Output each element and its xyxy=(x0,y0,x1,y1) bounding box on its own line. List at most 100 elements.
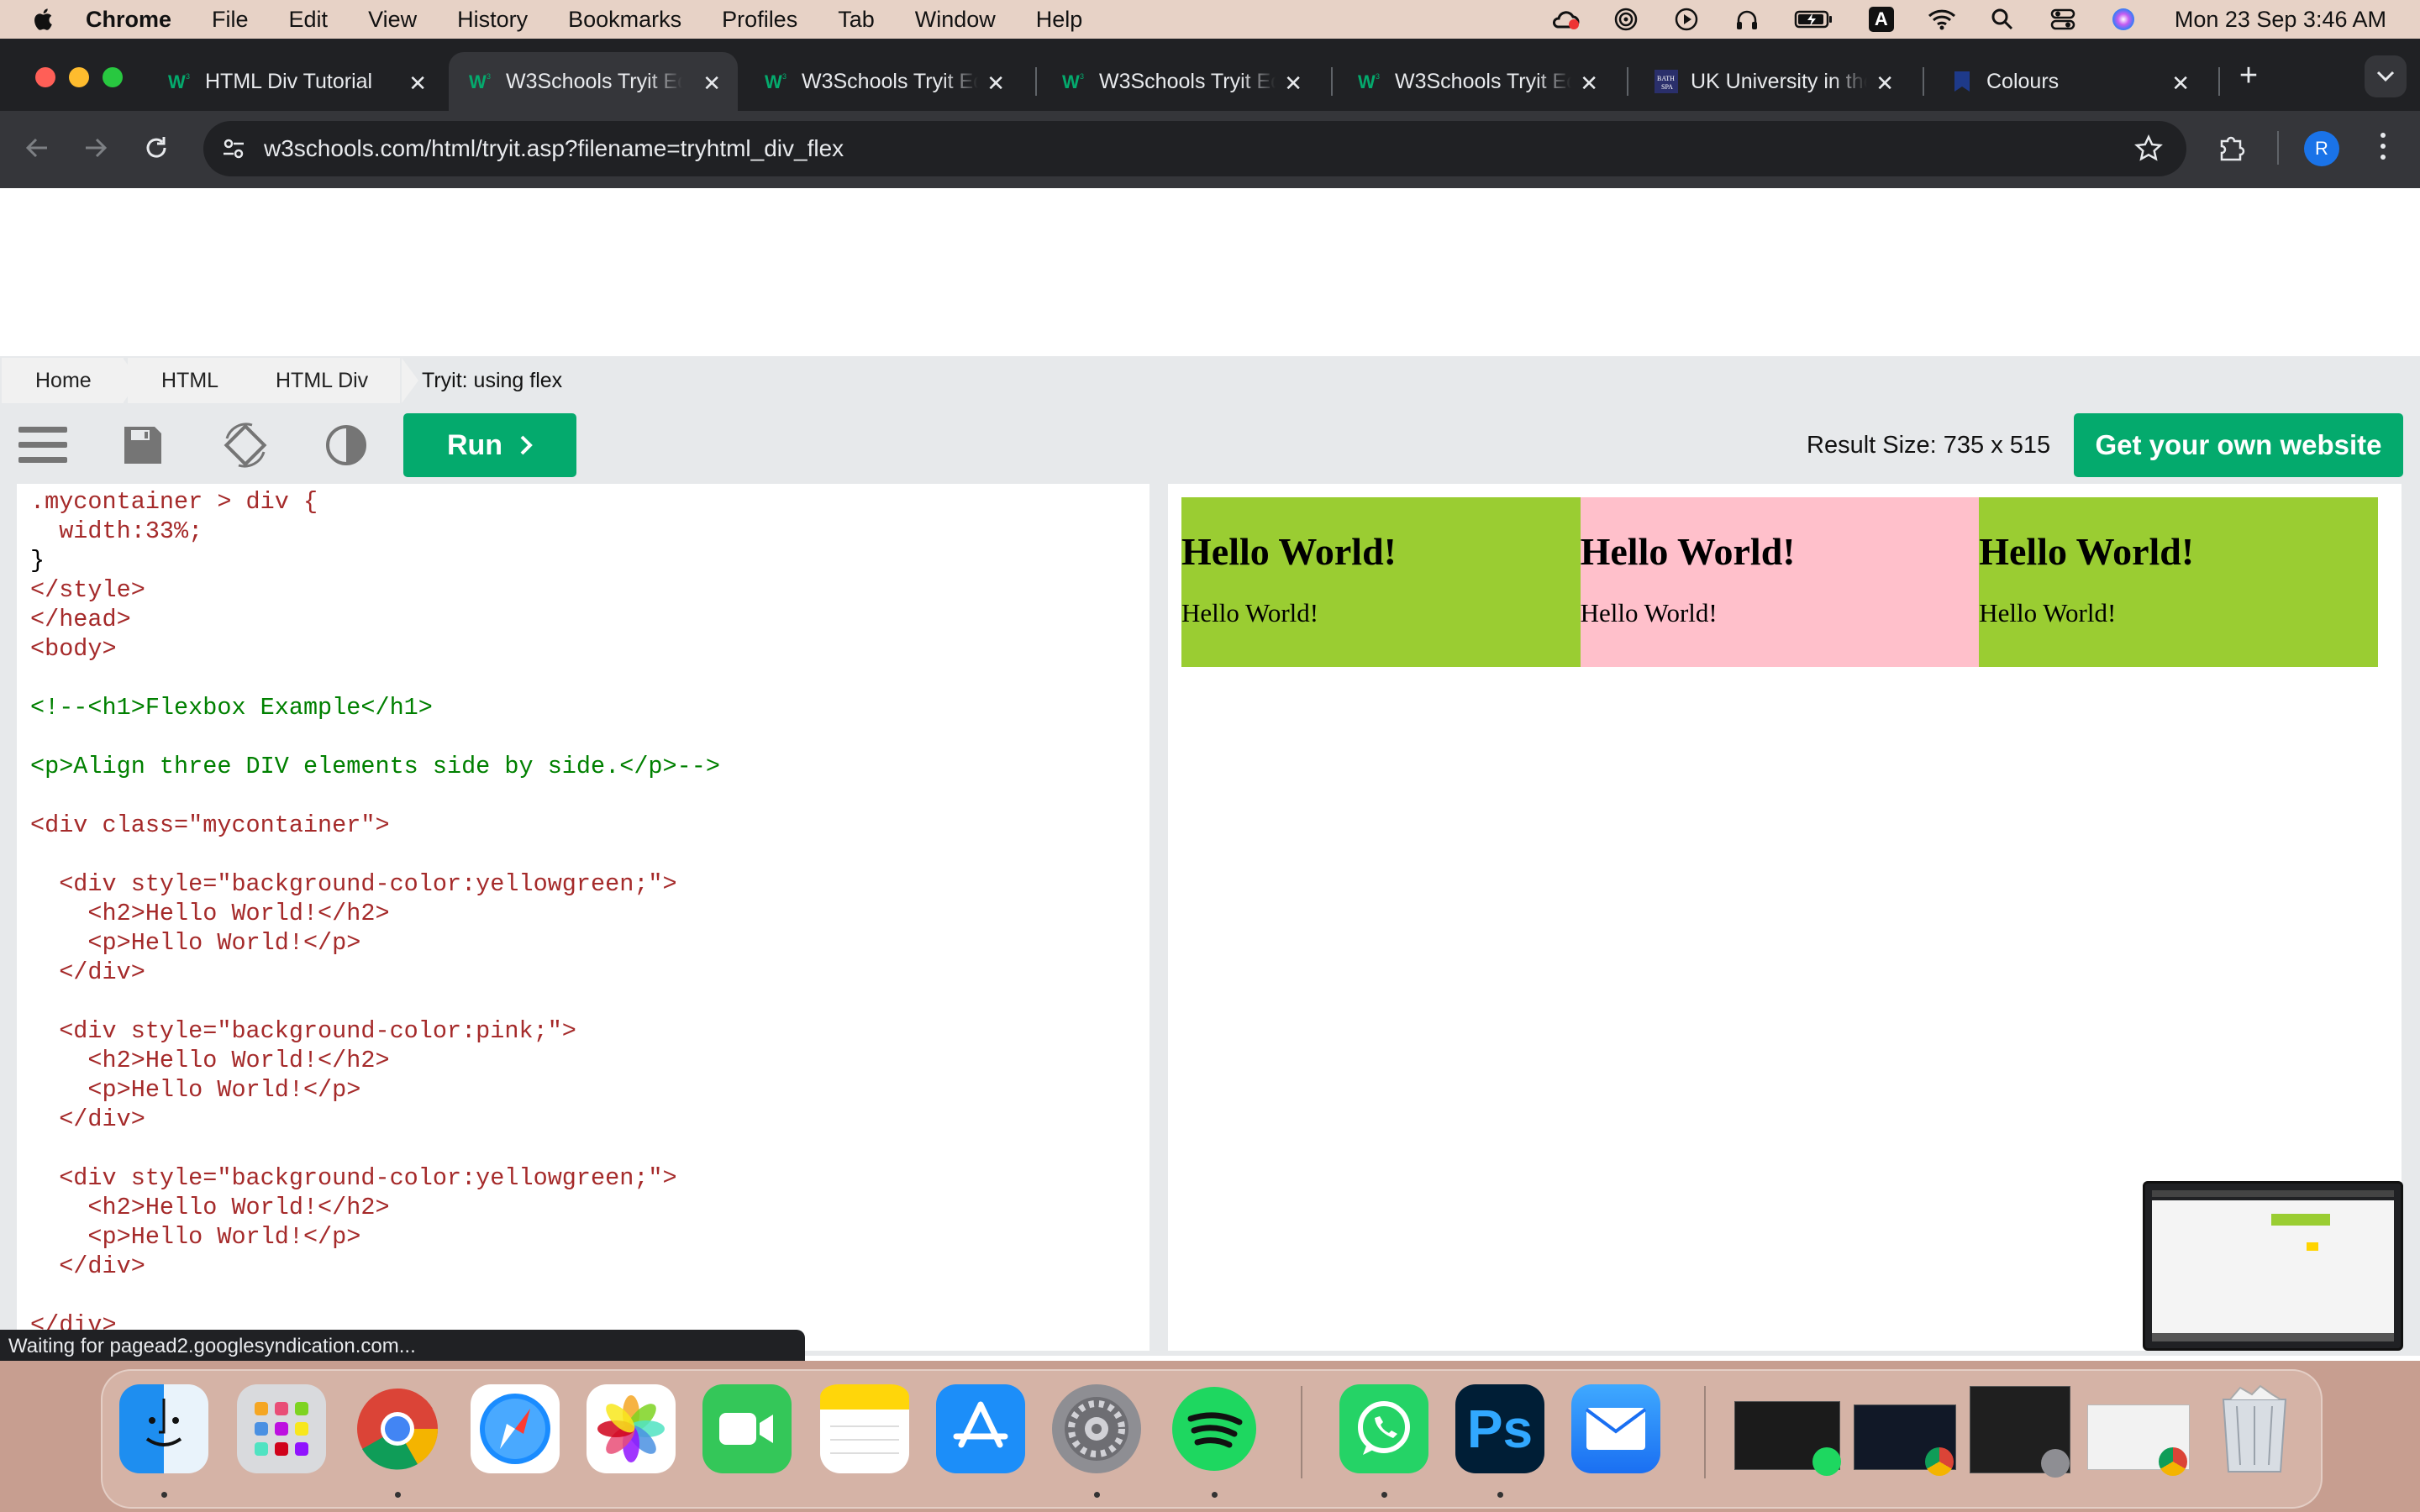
minimized-window-settings[interactable] xyxy=(1970,1386,2070,1478)
creative-cloud-icon[interactable] xyxy=(1551,5,1580,34)
more-vertical-icon xyxy=(2381,133,2386,160)
photoshop-icon[interactable]: Ps xyxy=(1455,1384,1544,1473)
notes-icon[interactable] xyxy=(820,1384,909,1473)
run-button[interactable]: Run xyxy=(403,413,576,477)
siri-icon[interactable] xyxy=(2109,5,2138,34)
extensions-button[interactable] xyxy=(2217,133,2247,167)
screenshot-thumbnail[interactable] xyxy=(2143,1181,2403,1351)
battery-icon[interactable] xyxy=(1793,5,1835,34)
code-line: <p>Align three DIV elements side by side… xyxy=(30,753,720,780)
result-size: Result Size: 735 x 515 xyxy=(1807,432,2051,459)
flex-container: Hello World! Hello World! Hello World! H… xyxy=(1181,497,2378,667)
tab-tryit-active[interactable]: W3 W3Schools Tryit Editor ✕ xyxy=(449,52,738,111)
reload-button[interactable] xyxy=(141,133,171,167)
code-line: <h2>Hello World!</h2> xyxy=(30,1194,390,1221)
spotlight-search-icon[interactable] xyxy=(1988,5,2017,34)
system-settings-icon[interactable] xyxy=(1052,1384,1141,1473)
theme-toggle-button[interactable] xyxy=(324,423,368,471)
input-source-icon[interactable]: A xyxy=(1867,5,1896,34)
launchpad-icon[interactable] xyxy=(237,1384,326,1473)
close-tab-icon[interactable]: ✕ xyxy=(2171,71,2190,97)
svg-text:W: W xyxy=(765,71,782,92)
tab-colours[interactable]: Colours ✕ xyxy=(1929,52,2207,111)
site-info-icon[interactable] xyxy=(220,135,247,162)
menu-history[interactable]: History xyxy=(457,7,528,33)
code-line: <h2>Hello World!</h2> xyxy=(30,900,390,927)
zoom-window-button[interactable] xyxy=(103,67,123,87)
breadcrumb-home[interactable]: Home xyxy=(2,358,124,403)
whatsapp-icon[interactable] xyxy=(1339,1384,1428,1473)
flex-item-text: Hello World! xyxy=(1181,598,1319,627)
spotify-icon[interactable] xyxy=(1170,1384,1259,1473)
menubar-clock[interactable]: Mon 23 Sep 3:46 AM xyxy=(2175,7,2386,33)
back-button[interactable] xyxy=(22,133,52,167)
app-store-icon[interactable] xyxy=(936,1384,1025,1473)
tab-separator xyxy=(1923,67,1924,96)
close-tab-icon[interactable]: ✕ xyxy=(702,71,721,97)
menu-profiles[interactable]: Profiles xyxy=(722,7,797,33)
photos-icon[interactable] xyxy=(587,1384,676,1473)
control-center-icon[interactable] xyxy=(2049,5,2077,34)
menu-app-name[interactable]: Chrome xyxy=(86,7,171,33)
bookmark-star-icon[interactable] xyxy=(2134,134,2163,169)
facetime-icon[interactable] xyxy=(702,1384,792,1473)
tab-search-button[interactable] xyxy=(2365,55,2407,97)
tab-uk-university[interactable]: BATH SPA UK University in the ✕ xyxy=(1634,52,1911,111)
chrome-icon[interactable] xyxy=(353,1384,442,1473)
close-tab-icon[interactable]: ✕ xyxy=(408,71,427,97)
breadcrumb-arrow xyxy=(402,358,418,403)
minimize-window-button[interactable] xyxy=(69,67,89,87)
apple-icon[interactable] xyxy=(32,7,57,32)
minimized-window-spotify[interactable] xyxy=(1734,1401,1841,1476)
tab-tryit-3[interactable]: W3 W3Schools Tryit Editor ✕ xyxy=(1042,52,1319,111)
menu-bookmarks[interactable]: Bookmarks xyxy=(568,7,681,33)
mail-icon[interactable] xyxy=(1571,1384,1660,1473)
chrome-menu-button[interactable] xyxy=(2375,133,2391,163)
arrow-right-icon xyxy=(86,138,108,158)
running-indicator xyxy=(1212,1492,1218,1498)
menu-help[interactable]: Help xyxy=(1036,7,1083,33)
minimized-window-chrome-1[interactable] xyxy=(1854,1404,1956,1476)
forward-button[interactable] xyxy=(81,133,111,167)
menu-button[interactable] xyxy=(18,425,67,470)
tab-html-div-tutorial[interactable]: W3 HTML Div Tutorial ✕ xyxy=(148,52,444,111)
code-editor[interactable]: .mycontainer > div { width:33%; } </styl… xyxy=(17,484,1150,1351)
finder-icon[interactable] xyxy=(119,1384,208,1473)
get-website-button[interactable]: Get your own website xyxy=(2074,413,2403,477)
menu-edit[interactable]: Edit xyxy=(289,7,329,33)
address-bar[interactable]: w3schools.com/html/tryit.asp?filename=tr… xyxy=(203,121,2186,176)
close-tab-icon[interactable]: ✕ xyxy=(986,71,1005,97)
close-tab-icon[interactable]: ✕ xyxy=(1580,71,1598,97)
menu-window[interactable]: Window xyxy=(915,7,996,33)
flex-item-text: Hello World! xyxy=(1979,598,2117,627)
wifi-icon[interactable] xyxy=(1928,5,1956,34)
tab-tryit-4[interactable]: W3 W3Schools Tryit Editor ✕ xyxy=(1338,52,1615,111)
airdrop-icon[interactable] xyxy=(1612,5,1640,34)
headphones-icon[interactable] xyxy=(1733,5,1761,34)
save-button[interactable] xyxy=(123,425,163,470)
safari-icon[interactable] xyxy=(471,1384,560,1473)
code-line: <h2>Hello World!</h2> xyxy=(30,1047,390,1074)
menu-file[interactable]: File xyxy=(212,7,249,33)
tab-separator xyxy=(1331,67,1333,96)
new-tab-button[interactable]: + xyxy=(2230,57,2267,94)
code-line: <!--<h1>Flexbox Example</h1> xyxy=(30,694,433,722)
breadcrumb-html-div[interactable]: HTML Div xyxy=(242,358,401,403)
close-tab-icon[interactable]: ✕ xyxy=(1876,71,1894,97)
rotate-layout-button[interactable] xyxy=(220,420,271,475)
code-line: <div style="background-color:yellowgreen… xyxy=(30,870,677,898)
bookmark-icon xyxy=(1949,69,1975,94)
menu-view[interactable]: View xyxy=(368,7,417,33)
trash-icon[interactable] xyxy=(2210,1384,2299,1473)
breadcrumb-html[interactable]: HTML xyxy=(128,358,251,403)
close-tab-icon[interactable]: ✕ xyxy=(1284,71,1302,97)
profile-avatar[interactable]: R xyxy=(2304,131,2339,166)
now-playing-icon[interactable] xyxy=(1672,5,1701,34)
close-window-button[interactable] xyxy=(35,67,55,87)
tab-tryit-2[interactable]: W3 W3Schools Tryit Editor ✕ xyxy=(744,52,1022,111)
menu-tab[interactable]: Tab xyxy=(838,7,875,33)
minimized-window-chrome-2[interactable] xyxy=(2087,1404,2190,1476)
tab-title: W3Schools Tryit Editor xyxy=(506,69,682,93)
tab-title: HTML Div Tutorial xyxy=(205,69,373,93)
w3schools-icon: W3 xyxy=(1062,69,1087,94)
